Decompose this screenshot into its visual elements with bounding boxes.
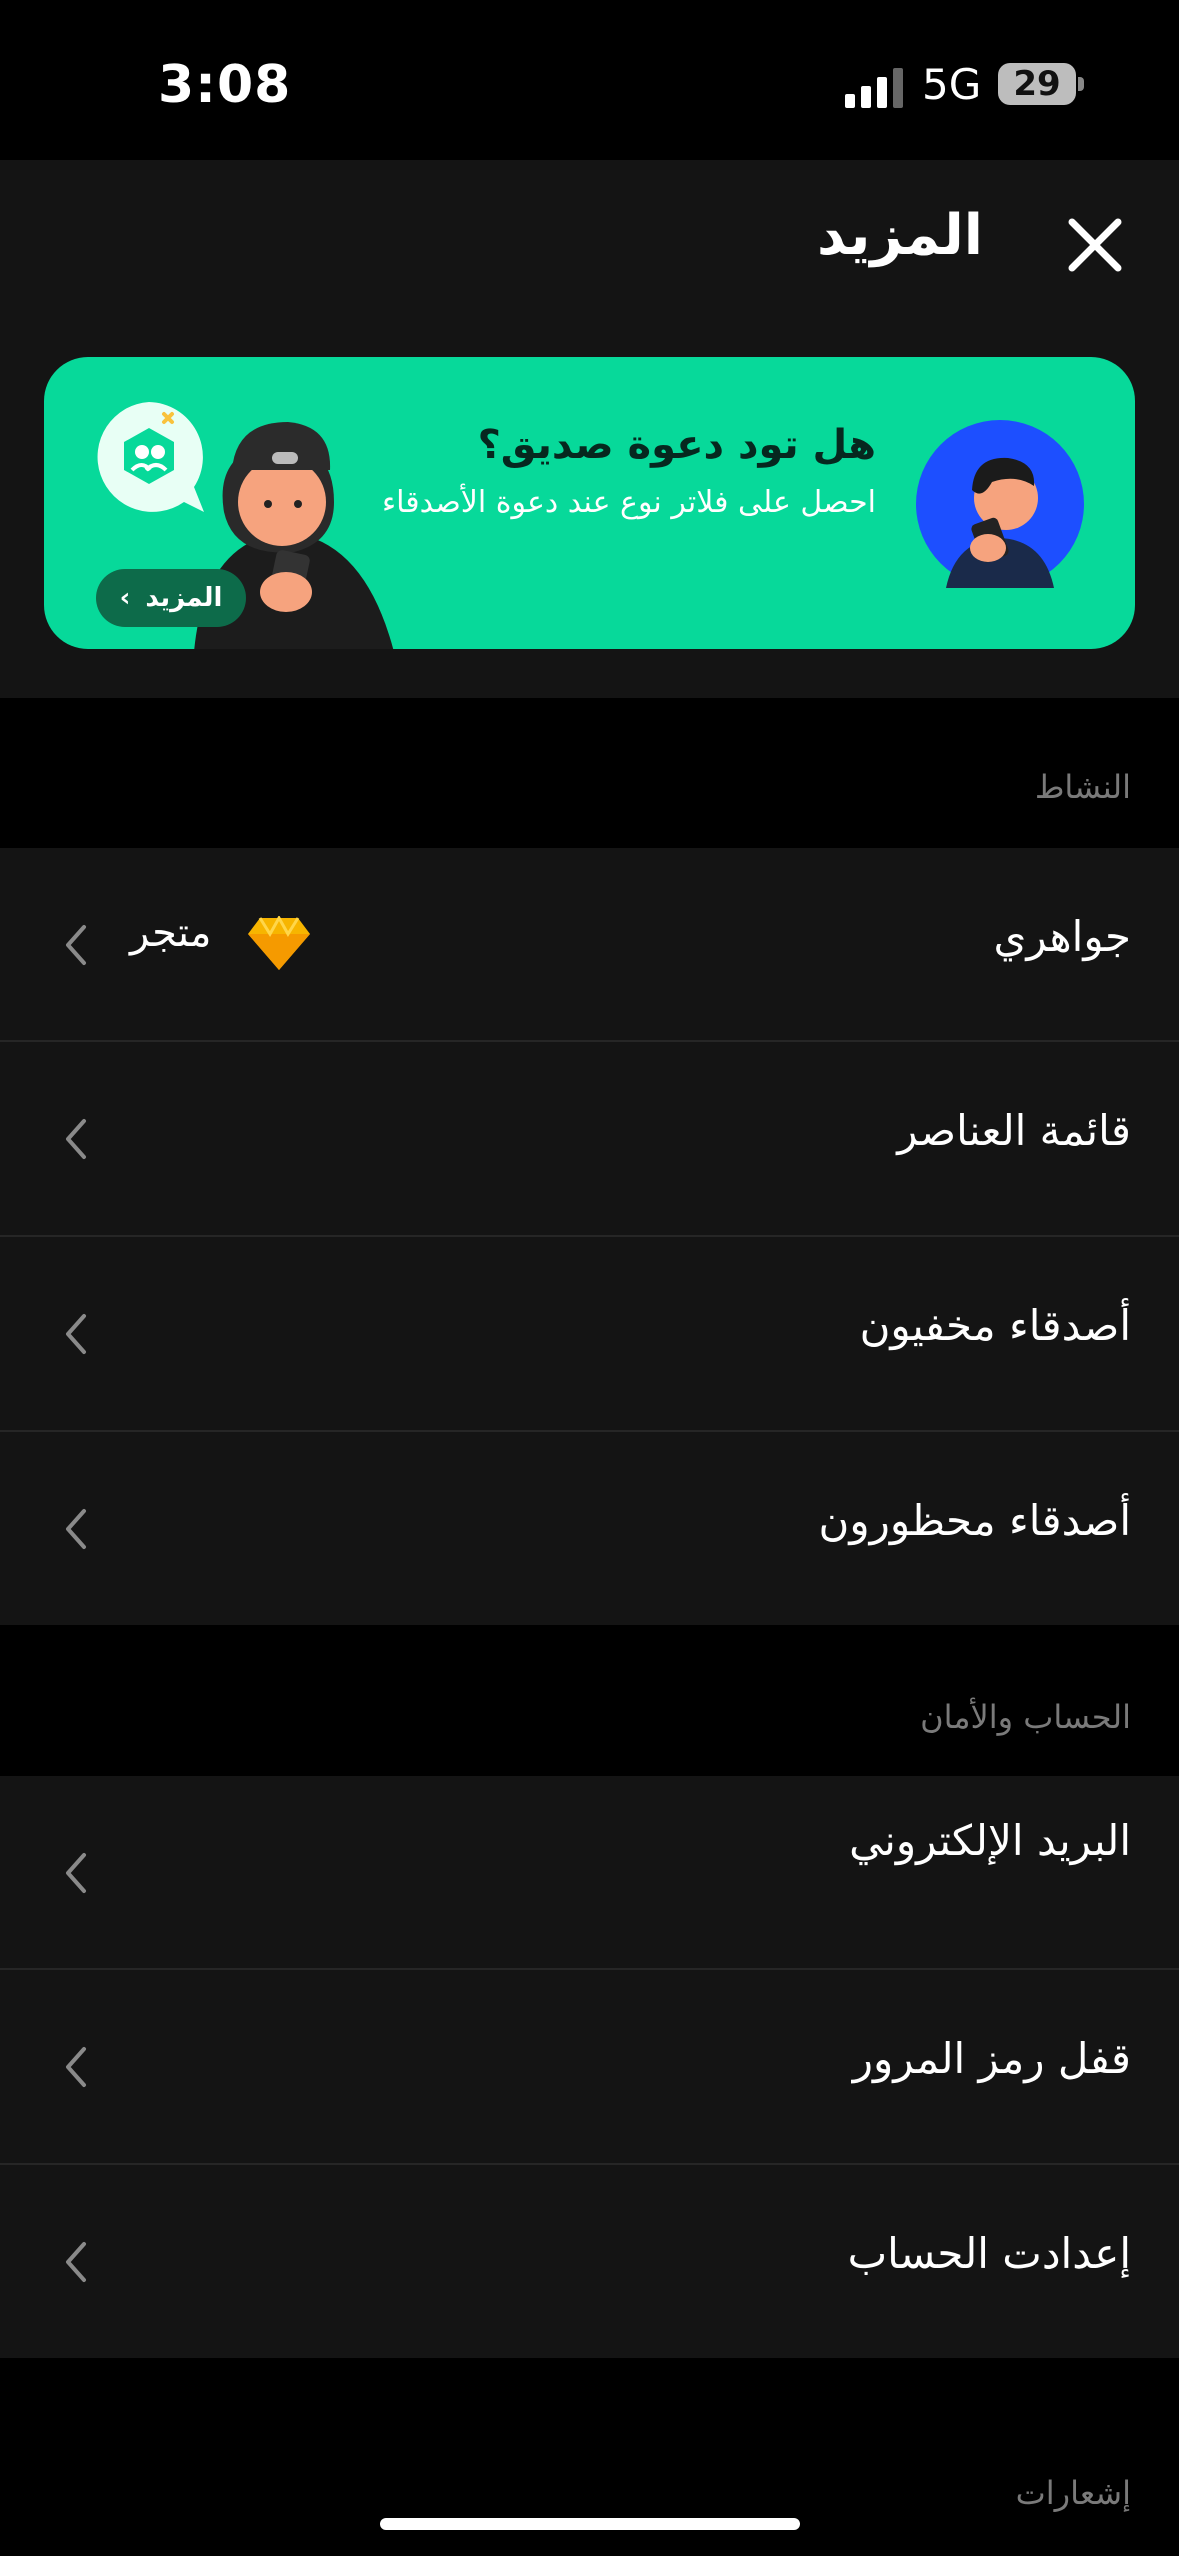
banner-subtitle: احصل على فلاتر نوع عند دعوة الأصدقاء	[382, 485, 876, 520]
section-label-notifications: إشعارات	[1015, 2474, 1131, 2512]
row-blocked-friends[interactable]: أصدقاء محظورون	[0, 1432, 1179, 1625]
invite-banner[interactable]: هل تود دعوة صديق؟ احصل على فلاتر نوع عند…	[44, 357, 1135, 649]
row-label: أصدقاء مخفيون	[859, 1301, 1131, 1350]
chevron-left-icon	[66, 2047, 86, 2087]
section-label-activity: النشاط	[1034, 768, 1131, 806]
banner-more-button[interactable]: المزيد ›	[96, 569, 246, 627]
row-label: إعدادت الحساب	[847, 2229, 1131, 2278]
row-label: البريد الإلكتروني	[849, 1816, 1131, 1865]
signal-icon	[845, 68, 903, 108]
chevron-left-icon	[66, 1853, 86, 1893]
avatar-illustration	[916, 420, 1084, 588]
chevron-right-icon: ›	[119, 583, 131, 613]
row-account-settings[interactable]: إعدادت الحساب	[0, 2165, 1179, 2358]
chevron-left-icon	[66, 1119, 86, 1159]
row-items-list[interactable]: قائمة العناصر	[0, 1042, 1179, 1235]
row-gems[interactable]: جواهري متجر	[0, 848, 1179, 1041]
row-label: جواهري	[993, 912, 1131, 961]
page-title: المزيد	[817, 203, 983, 268]
row-email[interactable]: البريد الإلكتروني	[0, 1776, 1179, 1969]
section-label-account: الحساب والأمان	[920, 1698, 1131, 1736]
chevron-left-icon	[66, 1314, 86, 1354]
header-bar	[0, 160, 1179, 320]
home-indicator[interactable]	[380, 2518, 800, 2530]
chevron-left-icon	[66, 1509, 86, 1549]
close-icon[interactable]	[1060, 210, 1130, 280]
row-label: قفل رمز المرور	[852, 2034, 1131, 2083]
chevron-left-icon	[66, 925, 86, 965]
status-time: 3:08	[158, 55, 292, 115]
battery-icon: 29	[998, 63, 1076, 105]
row-passcode-lock[interactable]: قفل رمز المرور	[0, 1970, 1179, 2163]
row-label: أصدقاء محظورون	[818, 1496, 1131, 1545]
banner-title: هل تود دعوة صديق؟	[477, 422, 876, 468]
row-hidden-friends[interactable]: أصدقاء مخفيون	[0, 1237, 1179, 1430]
row-label: قائمة العناصر	[897, 1106, 1131, 1155]
store-badge-label: متجر	[130, 910, 212, 956]
gem-icon	[248, 916, 310, 970]
banner-more-label: المزيد	[145, 583, 223, 613]
chevron-left-icon	[66, 2242, 86, 2282]
network-type: 5G	[922, 60, 982, 109]
battery-tip	[1078, 77, 1084, 91]
friends-badge-icon	[97, 402, 204, 512]
